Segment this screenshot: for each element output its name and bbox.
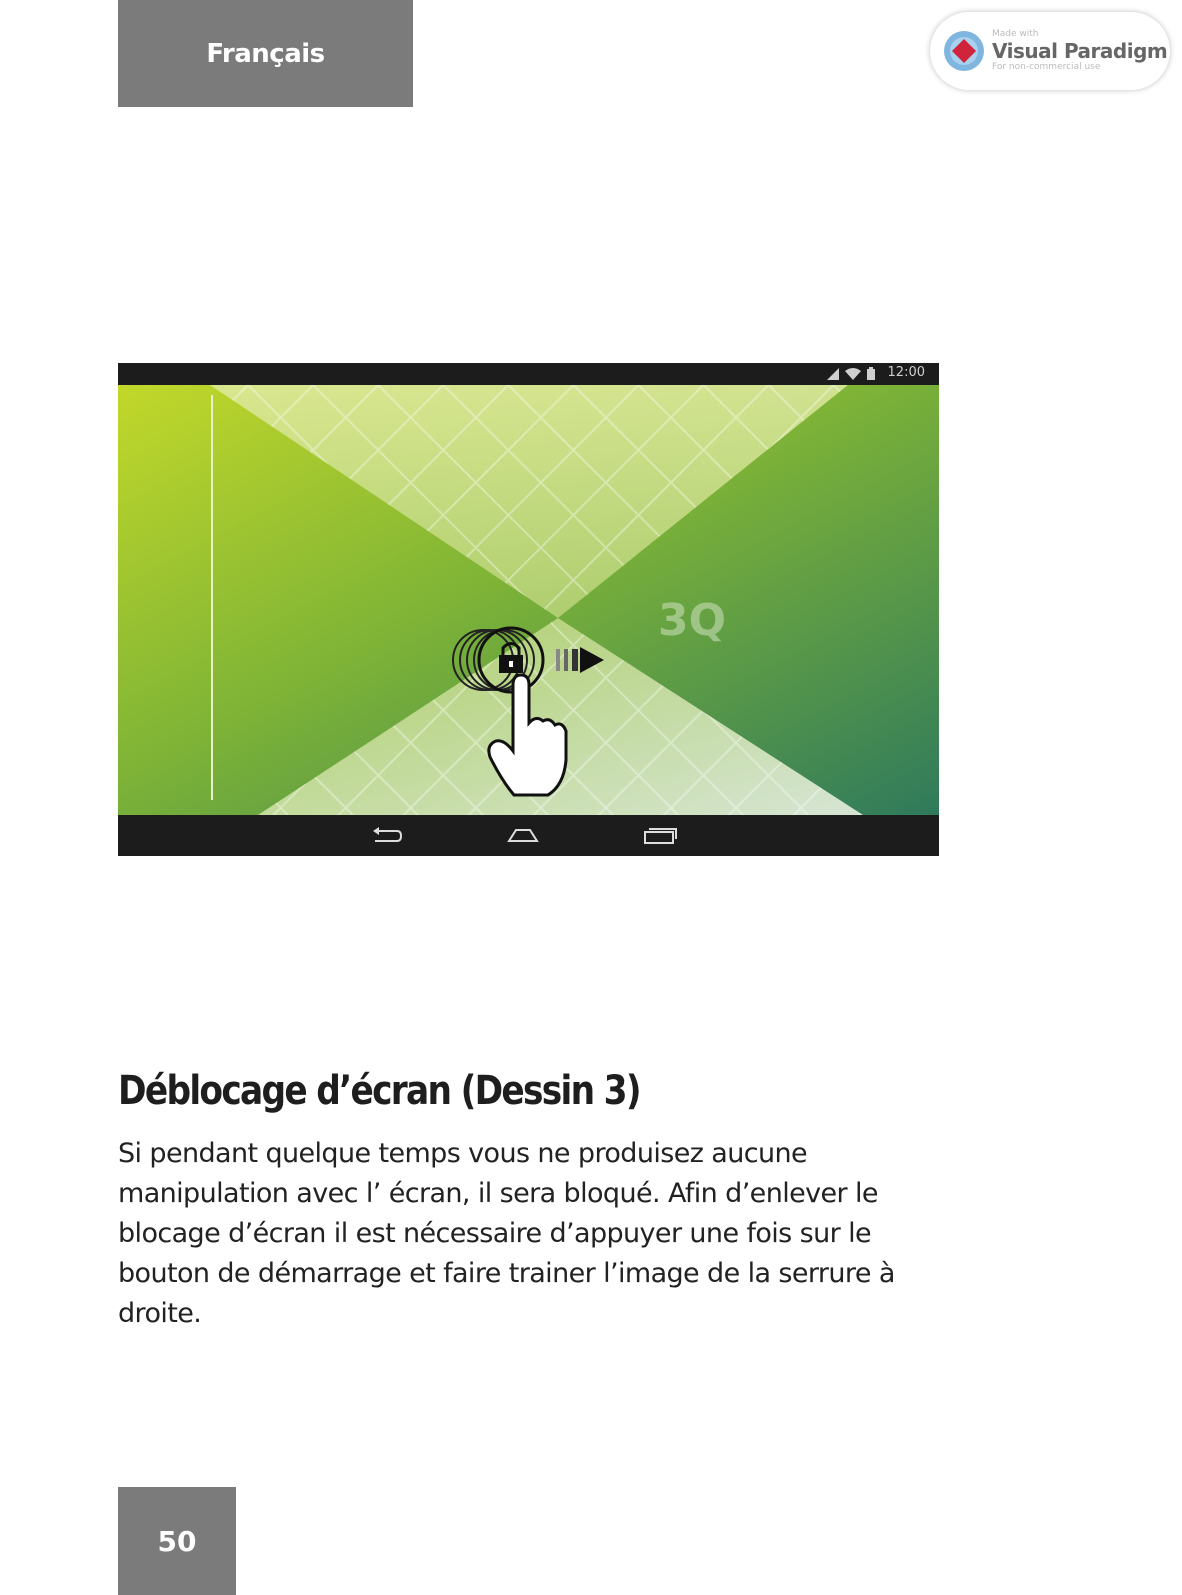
back-icon[interactable]: [371, 825, 403, 845]
visual-paradigm-logo-icon: [944, 31, 984, 71]
lock-screen-wallpaper: 3Q: [118, 385, 939, 815]
home-icon[interactable]: [507, 825, 539, 845]
visual-paradigm-watermark: Made with Visual Paradigm For non-commer…: [930, 12, 1170, 90]
navigation-bar: [118, 815, 939, 856]
status-bar: 12:00: [118, 363, 939, 385]
battery-icon: [867, 367, 875, 380]
page-number: 50: [118, 1487, 236, 1595]
signal-icon: [827, 367, 839, 380]
tablet-lock-screen: 12:00 3Q: [118, 363, 939, 856]
section-title: Déblocage d’écran (Dessin 3): [118, 1068, 642, 1114]
watermark-brand: Visual Paradigm: [992, 39, 1168, 63]
section-paragraph: Si pendant quelque temps vous ne produis…: [118, 1138, 895, 1329]
svg-text:3Q: 3Q: [658, 595, 726, 646]
wifi-icon: [845, 367, 861, 380]
language-tab: Français: [118, 0, 413, 107]
recent-apps-icon[interactable]: [643, 825, 677, 845]
status-time: 12:00: [887, 365, 925, 380]
watermark-tagline: For non-commercial use: [992, 62, 1101, 72]
brand-3q-logo: 3Q: [658, 595, 726, 646]
